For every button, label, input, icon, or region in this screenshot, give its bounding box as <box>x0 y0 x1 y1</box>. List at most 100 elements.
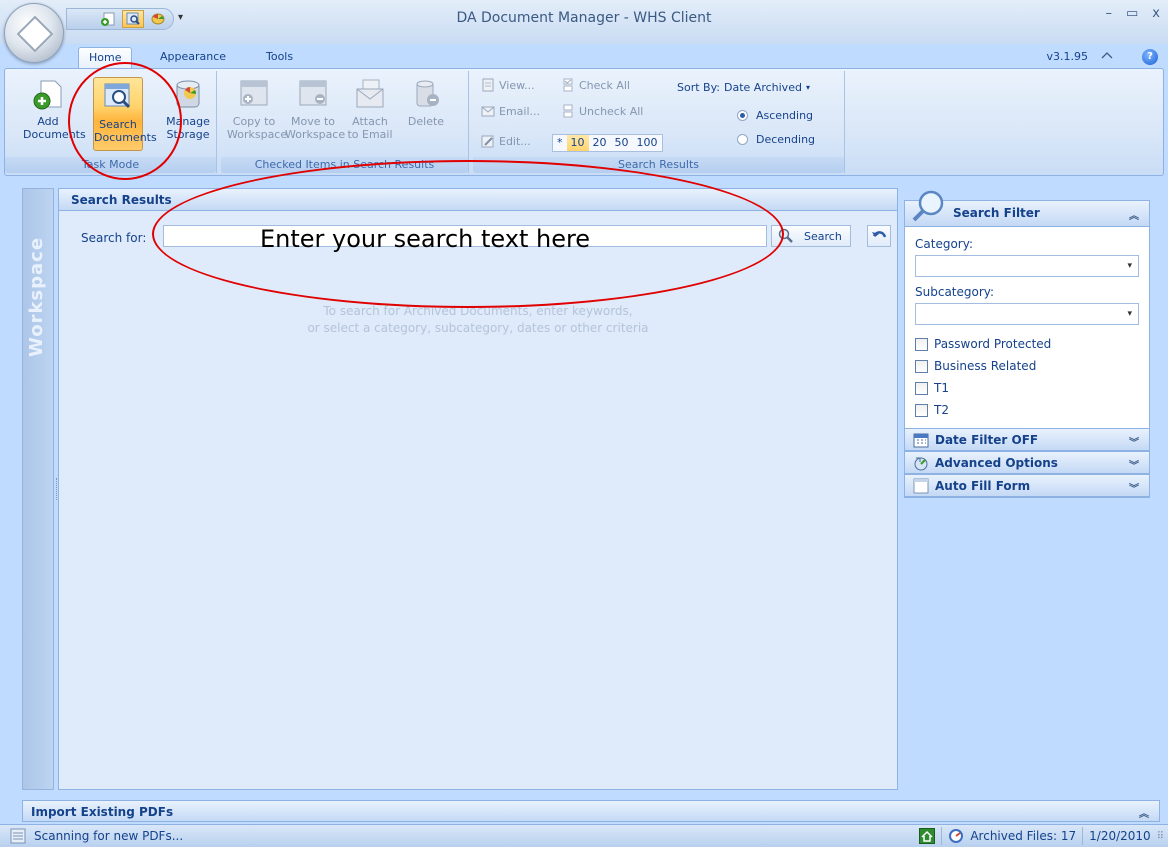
application-menu-button[interactable] <box>4 3 64 63</box>
search-icon <box>778 228 793 243</box>
search-results-panel: Search Results Search for: Search To sea… <box>58 188 898 790</box>
app-logo-icon <box>16 15 54 53</box>
uncheck-all-button[interactable]: Uncheck All <box>561 101 643 121</box>
t1-checkbox[interactable]: T1 <box>915 377 1139 399</box>
email-button[interactable]: Email... <box>481 101 540 121</box>
import-existing-pdfs-bar[interactable]: Import Existing PDFs ︽ <box>22 800 1160 822</box>
search-documents-icon <box>104 83 131 109</box>
move-to-workspace-icon <box>299 80 327 106</box>
title-bar: ▾ DA Document Manager - WHS Client – ▭ x <box>0 0 1168 63</box>
page-size-10[interactable]: 10 <box>566 135 589 151</box>
tab-appearance[interactable]: Appearance <box>150 47 236 69</box>
checkbox-icon <box>915 381 928 395</box>
radio-on-icon <box>737 109 748 121</box>
category-select[interactable]: ▾ <box>915 255 1139 277</box>
group-checked-items: Copy to Workspace Move to Workspace Atta… <box>221 71 469 173</box>
options-icon <box>914 457 928 471</box>
expand-icon[interactable]: ︾ <box>1129 480 1139 495</box>
status-list-icon <box>10 828 26 844</box>
copy-to-workspace-button[interactable]: Copy to Workspace <box>227 75 287 151</box>
resize-grip-icon[interactable]: ⠿ <box>1157 831 1164 842</box>
search-button[interactable]: Search <box>771 225 851 247</box>
edit-icon <box>481 135 494 148</box>
workspace-label: Workspace <box>26 236 47 357</box>
home-icon[interactable] <box>919 828 936 844</box>
form-icon <box>913 478 929 494</box>
chevron-down-icon: ▾ <box>1127 261 1132 271</box>
status-date: 1/20/2010 <box>1089 829 1151 843</box>
status-text: Scanning for new PDFs... <box>34 829 184 843</box>
email-small-icon <box>481 106 495 117</box>
page-size-all[interactable]: * <box>553 135 567 151</box>
t2-checkbox[interactable]: T2 <box>915 399 1139 421</box>
status-separator <box>941 827 943 845</box>
email-icon <box>356 79 384 108</box>
subcategory-select[interactable]: ▾ <box>915 303 1139 325</box>
collapse-icon[interactable]: ︽ <box>1129 207 1139 222</box>
page-size-20[interactable]: 20 <box>589 135 611 151</box>
status-separator <box>1082 827 1084 845</box>
checkbox-icon <box>915 403 928 417</box>
tab-tools[interactable]: Tools <box>256 47 303 69</box>
group-label-search-results: Search Results <box>473 157 844 173</box>
close-button[interactable]: x <box>1152 6 1160 21</box>
category-label: Category: <box>915 237 973 251</box>
copy-to-workspace-icon <box>240 80 268 106</box>
descending-radio[interactable]: Decending <box>737 129 815 149</box>
help-icon[interactable]: ? <box>1142 49 1158 65</box>
delete-button[interactable]: Delete <box>401 75 451 151</box>
undo-icon <box>872 231 887 238</box>
auto-fill-form-section[interactable]: Auto Fill Form ︾ <box>904 474 1150 497</box>
ribbon: Add Documents Search Documents Manage St… <box>4 68 1164 176</box>
reset-search-button[interactable] <box>867 225 891 247</box>
uncheck-all-icon <box>563 104 573 118</box>
maximize-button[interactable]: ▭ <box>1126 6 1138 21</box>
check-all-button[interactable]: Check All <box>561 75 630 95</box>
checkbox-icon <box>915 337 928 351</box>
group-label-task-mode: Task Mode <box>5 157 216 173</box>
calendar-icon <box>913 433 929 448</box>
search-for-label: Search for: <box>81 231 147 245</box>
password-protected-checkbox[interactable]: Password Protected <box>915 333 1139 355</box>
expand-icon[interactable]: ︾ <box>1129 457 1139 472</box>
archive-sync-icon <box>949 829 964 843</box>
version-label: v3.1.95 <box>1046 50 1089 63</box>
date-filter-section[interactable]: Date Filter OFF ︾ <box>904 428 1150 451</box>
minimize-button[interactable]: – <box>1106 6 1113 21</box>
radio-off-icon <box>737 133 748 145</box>
page-size-50[interactable]: 50 <box>611 135 633 151</box>
page-size-selector: * 10 20 50 100 <box>552 134 663 152</box>
chevron-down-icon: ▾ <box>1127 309 1132 319</box>
page-size-100[interactable]: 100 <box>633 135 662 151</box>
manage-storage-button[interactable]: Manage Storage <box>163 75 213 151</box>
window-title: DA Document Manager - WHS Client <box>456 10 712 26</box>
ribbon-tabs: Home Appearance Tools v3.1.95 ? <box>0 44 1168 69</box>
expand-icon[interactable]: ︾ <box>1129 434 1139 449</box>
group-label-checked-items: Checked Items in Search Results <box>221 157 468 173</box>
workspace-panel-collapsed[interactable]: Workspace <box>22 188 54 790</box>
add-documents-icon <box>33 80 62 110</box>
search-hint: To search for Archived Documents, enter … <box>307 304 649 335</box>
view-icon <box>482 78 494 92</box>
add-documents-button[interactable]: Add Documents <box>23 75 86 151</box>
view-button[interactable]: View... <box>481 75 535 95</box>
manage-storage-icon <box>176 80 200 108</box>
search-results-title: Search Results <box>59 189 897 211</box>
group-task-mode: Add Documents Search Documents Manage St… <box>5 71 217 173</box>
business-related-checkbox[interactable]: Business Related <box>915 355 1139 377</box>
tab-home[interactable]: Home <box>78 47 133 69</box>
chevron-down-icon: ▾ <box>805 82 810 92</box>
edit-button[interactable]: Edit... <box>481 131 531 151</box>
attach-to-email-button[interactable]: Attach to Email <box>343 75 397 151</box>
ascending-radio[interactable]: Ascending <box>737 105 813 125</box>
collapse-ribbon-icon[interactable] <box>1101 50 1113 63</box>
magnifier-icon <box>912 190 944 222</box>
checkbox-icon <box>915 359 928 373</box>
expand-up-icon[interactable]: ︽ <box>1139 805 1149 820</box>
status-bar: Scanning for new PDFs... Archived Files:… <box>0 824 1168 847</box>
search-filter-header[interactable]: Search Filter ︽ <box>905 190 1149 227</box>
search-documents-button[interactable]: Search Documents <box>93 77 157 151</box>
sort-by-dropdown[interactable]: Sort By: Date Archived ▾ <box>677 77 810 97</box>
move-to-workspace-button[interactable]: Move to Workspace <box>285 75 345 151</box>
advanced-options-section[interactable]: Advanced Options ︾ <box>904 451 1150 474</box>
